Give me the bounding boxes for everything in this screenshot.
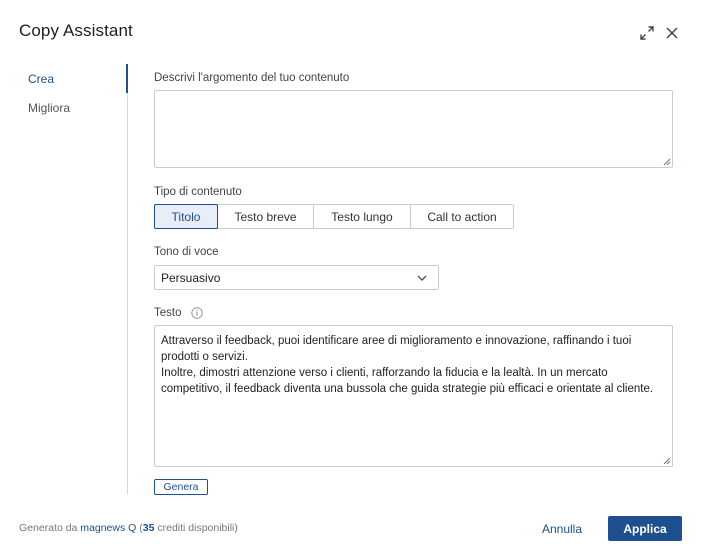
content-type-call-to-action[interactable]: Call to action bbox=[411, 205, 513, 228]
info-icon[interactable] bbox=[191, 307, 203, 319]
tone-select[interactable]: Persuasivo bbox=[154, 265, 439, 290]
copy-assistant-dialog: Copy Assistant Crea Migliora Descrivi l'… bbox=[0, 0, 702, 554]
generate-button[interactable]: Genera bbox=[154, 479, 208, 495]
sidebar-item-crea[interactable]: Crea bbox=[28, 72, 54, 86]
tone-label: Tono di voce bbox=[154, 246, 219, 258]
text-output-content: Attraverso il feedback, puoi identificar… bbox=[161, 335, 654, 395]
tone-select-value: Persuasivo bbox=[161, 270, 221, 285]
sidebar-item-migliora[interactable]: Migliora bbox=[28, 101, 70, 115]
brand-link[interactable]: magnews Q bbox=[80, 522, 136, 534]
apply-button[interactable]: Applica bbox=[608, 516, 682, 541]
content-type-testo-breve[interactable]: Testo breve bbox=[218, 205, 314, 228]
topic-input[interactable] bbox=[154, 90, 673, 168]
credits-suffix: crediti disponibili) bbox=[154, 522, 238, 534]
text-label: Testo bbox=[154, 307, 182, 319]
credits-count: 35 bbox=[142, 522, 155, 534]
cancel-button[interactable]: Annulla bbox=[538, 516, 586, 541]
content-type-selector: Titolo Testo breve Testo lungo Call to a… bbox=[154, 204, 514, 229]
credits-info: Generato da magnews Q (35 crediti dispon… bbox=[19, 522, 238, 534]
resize-grip-icon[interactable] bbox=[663, 158, 671, 166]
dialog-title: Copy Assistant bbox=[19, 21, 133, 40]
expand-icon[interactable] bbox=[638, 24, 656, 42]
sidebar-active-indicator bbox=[126, 64, 128, 93]
close-icon[interactable] bbox=[663, 24, 681, 42]
credits-prefix: Generato da bbox=[19, 522, 81, 534]
topic-label: Descrivi l'argomento del tuo contenuto bbox=[154, 72, 350, 84]
content-type-titolo[interactable]: Titolo bbox=[154, 204, 218, 229]
sidebar-divider bbox=[127, 64, 128, 494]
chevron-down-icon bbox=[417, 275, 427, 281]
content-type-label: Tipo di contenuto bbox=[154, 186, 242, 198]
resize-grip-icon[interactable] bbox=[663, 457, 671, 465]
content-type-testo-lungo[interactable]: Testo lungo bbox=[314, 205, 411, 228]
